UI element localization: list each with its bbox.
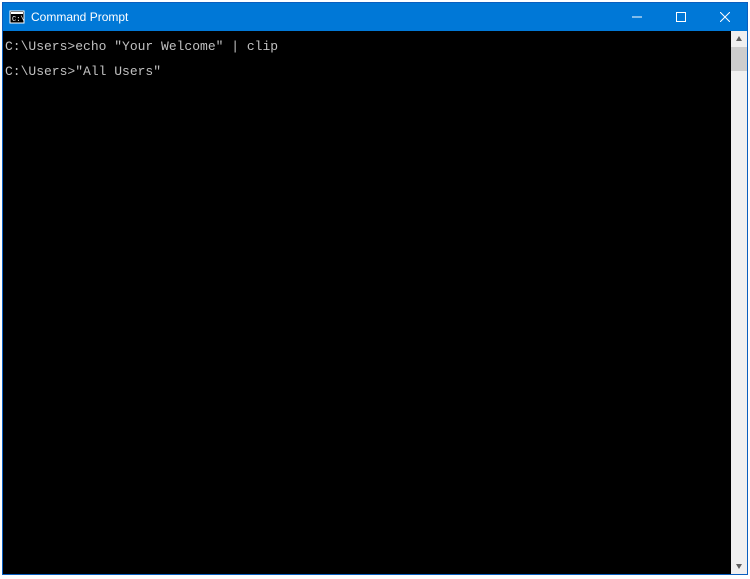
window-title: Command Prompt	[31, 10, 615, 24]
scroll-down-arrow[interactable]	[731, 558, 747, 574]
vertical-scrollbar[interactable]	[731, 31, 747, 574]
scroll-track[interactable]	[731, 47, 747, 558]
terminal-line: C:\Users>echo "Your Welcome" | clip	[5, 35, 727, 60]
scroll-up-arrow[interactable]	[731, 31, 747, 47]
minimize-button[interactable]	[615, 3, 659, 31]
svg-text:C:\: C:\	[12, 16, 25, 24]
content-area: C:\Users>echo "Your Welcome" | clipC:\Us…	[3, 31, 747, 574]
maximize-button[interactable]	[659, 3, 703, 31]
close-button[interactable]	[703, 3, 747, 31]
window-controls	[615, 3, 747, 31]
titlebar[interactable]: C:\ Command Prompt	[3, 3, 747, 31]
command-prompt-window: C:\ Command Prompt C:\Users>echo "Your W…	[2, 2, 748, 575]
command-prompt-icon: C:\	[9, 9, 25, 25]
terminal-line: C:\Users>"All Users"	[5, 60, 727, 85]
scroll-thumb[interactable]	[731, 47, 747, 71]
terminal-output[interactable]: C:\Users>echo "Your Welcome" | clipC:\Us…	[3, 31, 731, 574]
